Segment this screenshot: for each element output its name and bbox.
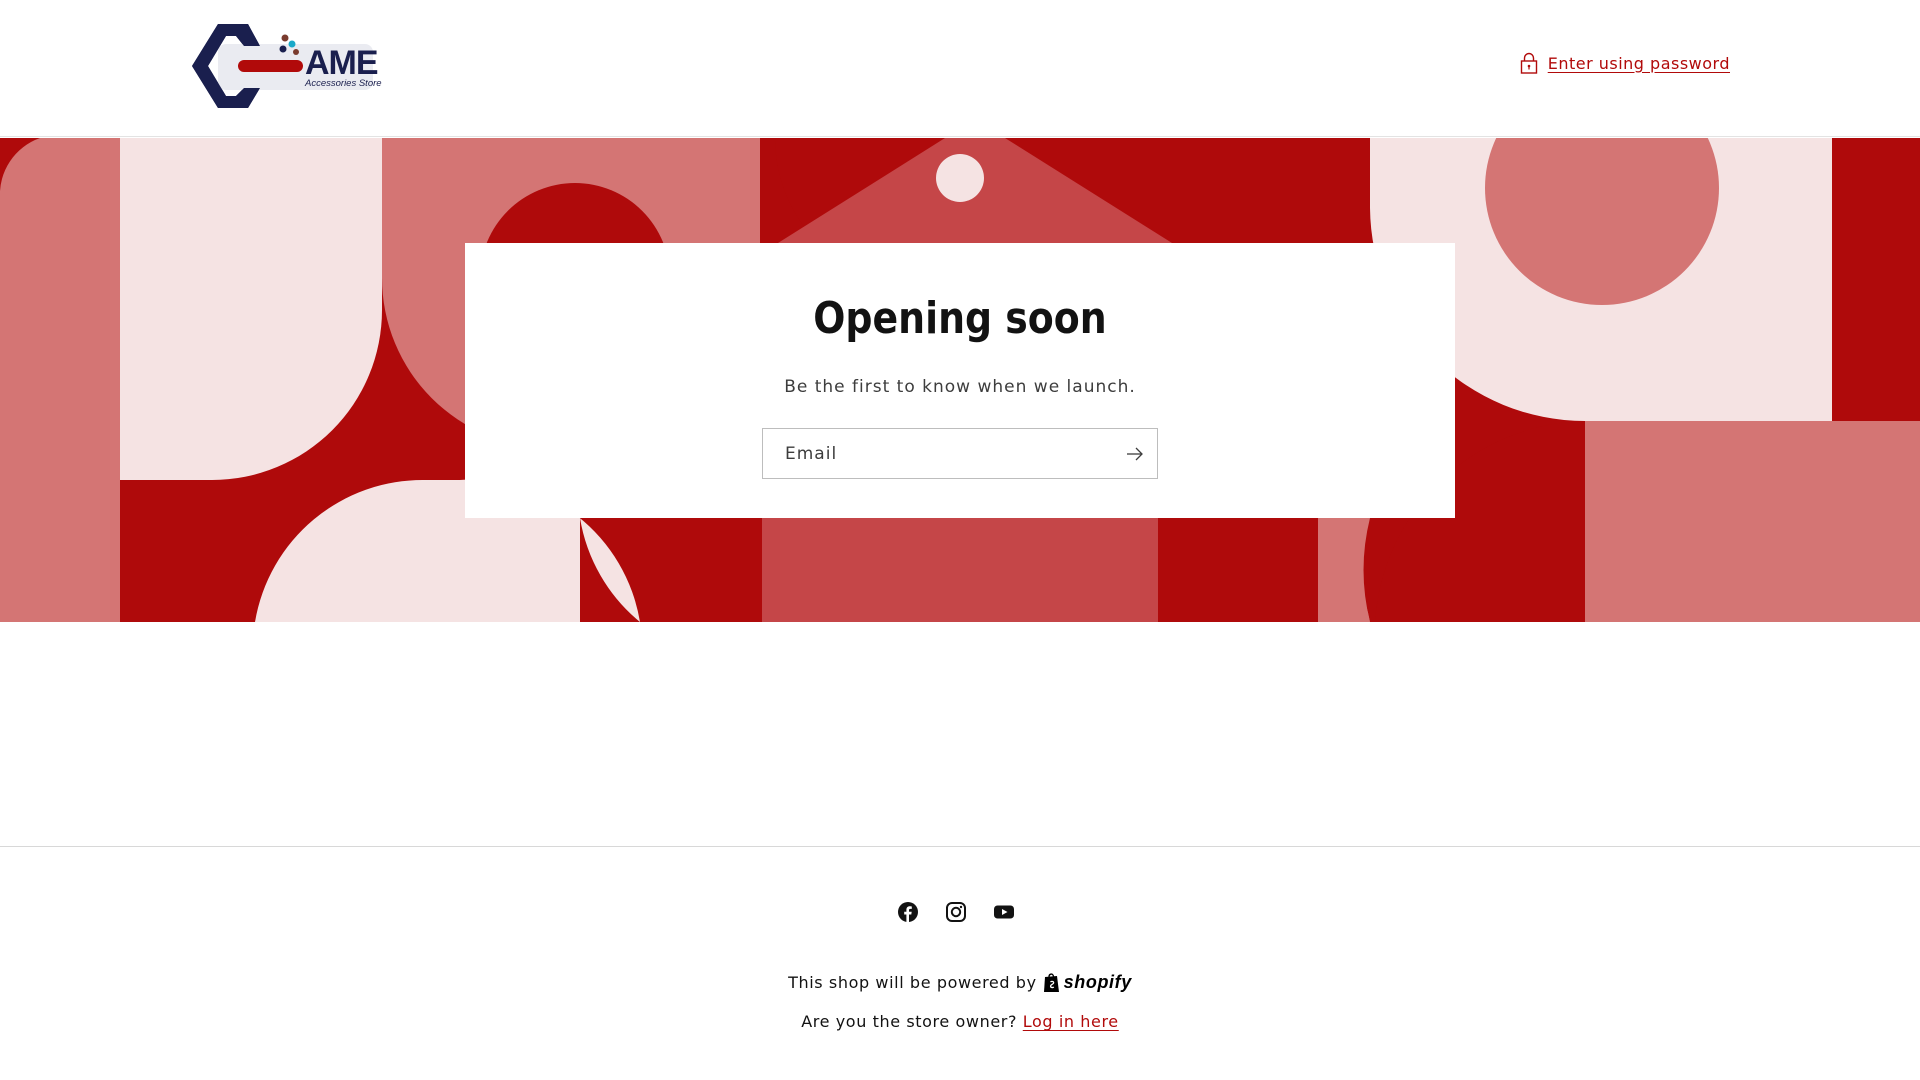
page-subtitle: Be the first to know when we launch. [784, 377, 1136, 397]
email-form [762, 428, 1158, 479]
enter-password-label: Enter using password [1547, 53, 1730, 73]
site-header: AME Accessories Store Enter using passwo… [0, 0, 1920, 137]
login-link[interactable]: Log in here [1023, 1012, 1119, 1031]
shopify-link[interactable]: shopify [1043, 972, 1132, 993]
hero-banner: Opening soon Be the first to know when w… [0, 138, 1920, 622]
youtube-icon [994, 905, 1014, 919]
store-logo[interactable]: AME Accessories Store [188, 20, 382, 112]
facebook-icon [898, 902, 918, 922]
shopify-bag-icon [1043, 973, 1059, 992]
owner-question: Are you the store owner? [801, 1012, 1018, 1031]
instagram-link[interactable] [946, 902, 966, 922]
instagram-icon [946, 902, 966, 922]
subscribe-button[interactable] [1123, 442, 1147, 466]
store-owner-line: Are you the store owner? Log in here [0, 1012, 1920, 1031]
logo-subtext: Accessories Store [305, 78, 382, 89]
facebook-link[interactable] [898, 902, 918, 922]
shopify-wordmark: shopify [1063, 972, 1132, 992]
youtube-link[interactable] [994, 902, 1014, 922]
newsletter-card: Opening soon Be the first to know when w… [465, 243, 1455, 518]
powered-by: This shop will be powered by shopify [0, 972, 1920, 993]
arrow-right-icon [1127, 447, 1143, 461]
email-field[interactable] [763, 429, 1113, 478]
enter-password-link[interactable]: Enter using password [1520, 52, 1730, 74]
social-links [898, 902, 1014, 922]
footer-divider [0, 846, 1920, 847]
page-title: Opening soon [813, 293, 1107, 344]
lock-icon [1520, 52, 1537, 74]
powered-by-text: This shop will be powered by [788, 973, 1037, 992]
